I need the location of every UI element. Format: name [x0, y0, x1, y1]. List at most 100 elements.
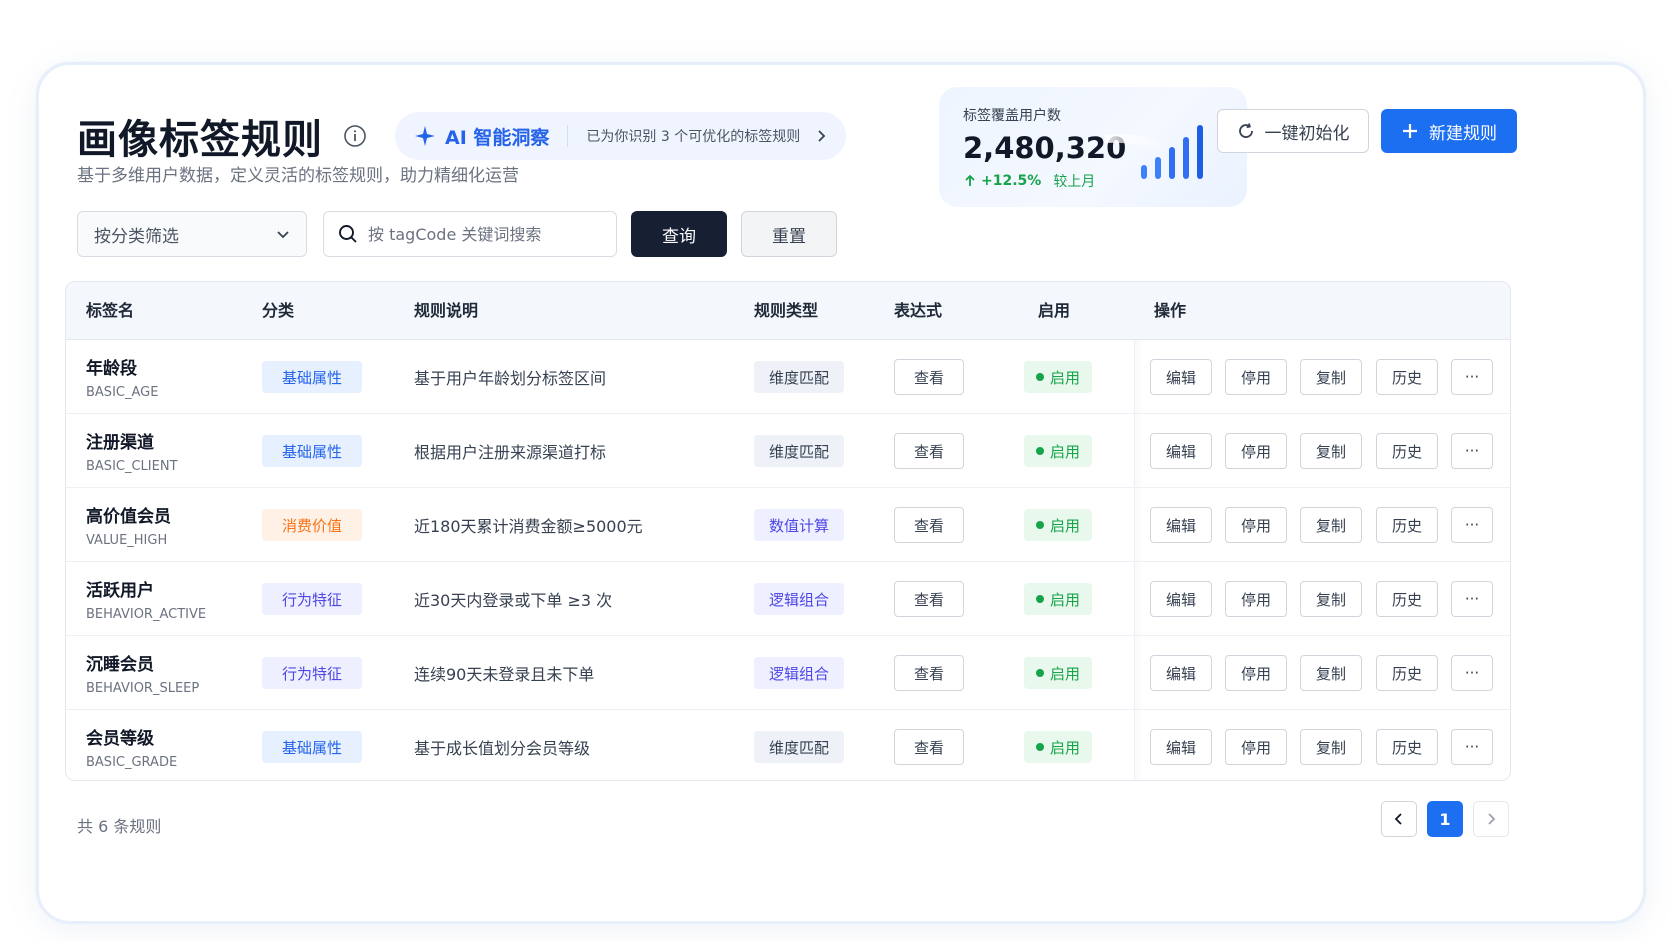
- chevron-left-icon: [1394, 813, 1402, 825]
- tag-name-cell: 会员等级 BASIC_GRADE: [86, 710, 178, 780]
- rule-type-chip: 逻辑组合: [754, 657, 845, 689]
- category-filter-select[interactable]: 按分类筛选: [77, 211, 307, 257]
- ai-insight-hint: 已为你识别 3 个可优化的标签规则: [586, 129, 801, 145]
- bar-chart-icon: [1105, 125, 1203, 179]
- disable-button[interactable]: 停用: [1225, 433, 1287, 469]
- disable-button[interactable]: 停用: [1225, 359, 1287, 395]
- status-cell: 启用: [1024, 562, 1093, 636]
- col-expression: 表达式: [894, 301, 943, 320]
- rule-type-chip: 维度匹配: [754, 731, 845, 763]
- col-actions: 操作: [1154, 301, 1187, 320]
- tag-name: 会员等级: [86, 729, 154, 749]
- ai-insight-pill[interactable]: AI 智能洞察 已为你识别 3 个可优化的标签规则: [395, 112, 847, 160]
- col-tag-name: 标签名: [86, 301, 135, 320]
- edit-button[interactable]: 编辑: [1150, 729, 1212, 765]
- tag-code: BASIC_AGE: [86, 385, 159, 400]
- more-button[interactable]: ···: [1451, 433, 1493, 469]
- search-box[interactable]: [323, 211, 617, 257]
- status-label: 启用: [1050, 368, 1081, 387]
- tag-code: BEHAVIOR_ACTIVE: [86, 607, 207, 622]
- desc-cell: 近30天内登录或下单 ≥3 次: [414, 562, 612, 636]
- history-button[interactable]: 历史: [1376, 507, 1438, 543]
- disable-button[interactable]: 停用: [1225, 655, 1287, 691]
- category-cell: 行为特征: [262, 636, 363, 710]
- edit-button[interactable]: 编辑: [1150, 433, 1212, 469]
- disable-button[interactable]: 停用: [1225, 729, 1287, 765]
- history-button[interactable]: 历史: [1376, 655, 1438, 691]
- view-expression-button[interactable]: 查看: [894, 359, 964, 395]
- more-button[interactable]: ···: [1451, 581, 1493, 617]
- edit-button[interactable]: 编辑: [1150, 581, 1212, 617]
- expression-cell: 查看: [894, 414, 964, 488]
- status-badge[interactable]: 启用: [1024, 657, 1093, 689]
- rule-type-cell: 维度匹配: [754, 340, 845, 414]
- next-page-button[interactable]: [1473, 801, 1509, 837]
- expression-cell: 查看: [894, 488, 964, 562]
- edit-button[interactable]: 编辑: [1150, 359, 1212, 395]
- status-label: 启用: [1050, 590, 1081, 609]
- status-dot: [1036, 521, 1044, 529]
- copy-button[interactable]: 复制: [1300, 507, 1362, 543]
- table-row: 注册渠道 BASIC_CLIENT 基础属性 根据用户注册来源渠道打标 维度匹配 查看 启用…: [66, 414, 1510, 488]
- more-button[interactable]: ···: [1451, 655, 1493, 691]
- new-rule-button[interactable]: 新建规则: [1381, 109, 1517, 153]
- rule-desc: 基于用户年龄划分标签区间: [414, 369, 607, 388]
- history-button[interactable]: 历史: [1376, 729, 1438, 765]
- status-badge[interactable]: 启用: [1024, 509, 1093, 541]
- edit-button[interactable]: 编辑: [1150, 655, 1212, 691]
- info-icon[interactable]: [343, 124, 367, 148]
- status-cell: 启用: [1024, 414, 1093, 488]
- copy-button[interactable]: 复制: [1300, 359, 1362, 395]
- edit-button[interactable]: 编辑: [1150, 507, 1212, 543]
- rule-type-chip: 数值计算: [754, 509, 845, 541]
- tag-name-cell: 高价值会员 VALUE_HIGH: [86, 488, 171, 562]
- tag-name-cell: 沉睡会员 BEHAVIOR_SLEEP: [86, 636, 199, 710]
- tag-code: VALUE_HIGH: [86, 533, 168, 548]
- rule-type-cell: 维度匹配: [754, 710, 845, 780]
- col-enabled: 启用: [1038, 301, 1071, 320]
- col-rule-type: 规则类型: [754, 301, 819, 320]
- view-expression-button[interactable]: 查看: [894, 507, 964, 543]
- copy-button[interactable]: 复制: [1300, 581, 1362, 617]
- rule-type-cell: 逻辑组合: [754, 562, 845, 636]
- category-cell: 基础属性: [262, 340, 363, 414]
- stat-compare: 较上月: [1053, 174, 1096, 190]
- copy-button[interactable]: 复制: [1300, 655, 1362, 691]
- status-dot: [1036, 669, 1044, 677]
- view-expression-button[interactable]: 查看: [894, 655, 964, 691]
- view-expression-button[interactable]: 查看: [894, 729, 964, 765]
- more-button[interactable]: ···: [1451, 729, 1493, 765]
- prev-page-button[interactable]: [1381, 801, 1417, 837]
- rule-desc: 连续90天未登录且未下单: [414, 665, 595, 684]
- arrow-up-icon: [965, 174, 975, 186]
- reinit-button[interactable]: 一键初始化: [1217, 109, 1369, 153]
- more-button[interactable]: ···: [1451, 359, 1493, 395]
- search-input[interactable]: [368, 224, 598, 244]
- view-expression-button[interactable]: 查看: [894, 581, 964, 617]
- history-button[interactable]: 历史: [1376, 581, 1438, 617]
- disable-button[interactable]: 停用: [1225, 581, 1287, 617]
- category-chip: 基础属性: [262, 435, 363, 467]
- query-button[interactable]: 查询: [631, 211, 727, 257]
- status-badge[interactable]: 启用: [1024, 435, 1093, 467]
- rule-desc: 近180天累计消费金额≥5000元: [414, 517, 643, 536]
- history-button[interactable]: 历史: [1376, 359, 1438, 395]
- history-button[interactable]: 历史: [1376, 433, 1438, 469]
- reset-button[interactable]: 重置: [741, 211, 837, 257]
- disable-button[interactable]: 停用: [1225, 507, 1287, 543]
- status-badge[interactable]: 启用: [1024, 361, 1093, 393]
- status-badge[interactable]: 启用: [1024, 731, 1093, 763]
- tag-name: 活跃用户: [86, 581, 154, 601]
- desc-cell: 连续90天未登录且未下单: [414, 636, 594, 710]
- copy-button[interactable]: 复制: [1300, 729, 1362, 765]
- tag-code: BASIC_GRADE: [86, 755, 178, 770]
- status-badge[interactable]: 启用: [1024, 583, 1093, 615]
- view-expression-button[interactable]: 查看: [894, 433, 964, 469]
- copy-button[interactable]: 复制: [1300, 433, 1362, 469]
- status-label: 启用: [1050, 738, 1081, 757]
- page-1-button[interactable]: 1: [1427, 801, 1463, 837]
- expression-cell: 查看: [894, 340, 964, 414]
- more-button[interactable]: ···: [1451, 507, 1493, 543]
- rule-type-chip: 维度匹配: [754, 435, 845, 467]
- rule-desc: 近30天内登录或下单 ≥3 次: [414, 591, 613, 610]
